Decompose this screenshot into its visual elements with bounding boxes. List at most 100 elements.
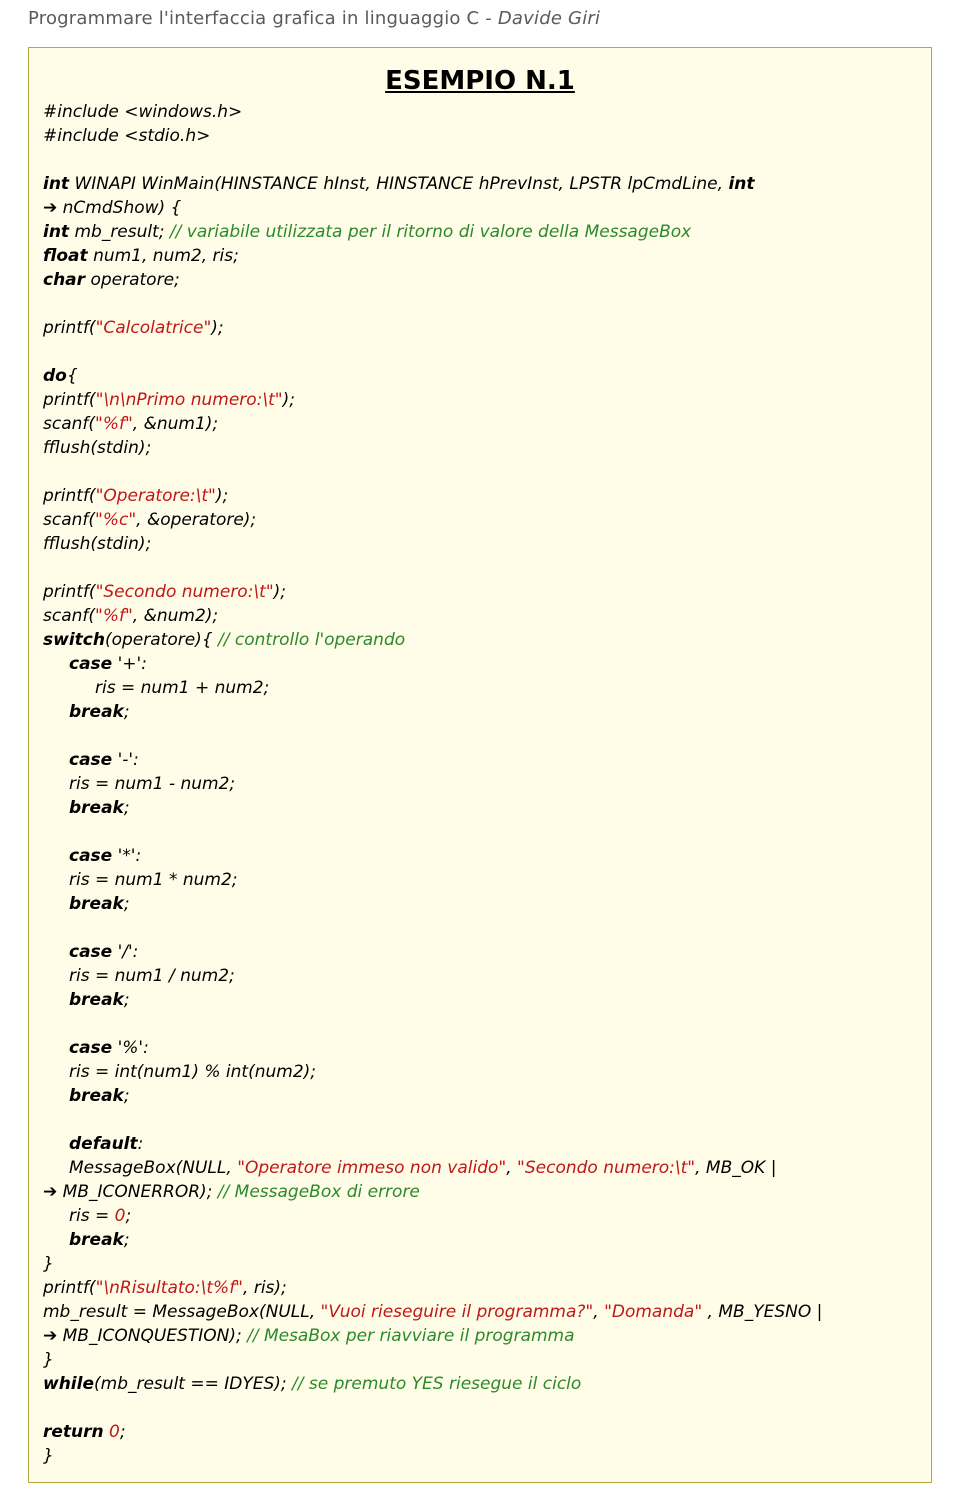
- code-text: (mb_result == IDYES);: [94, 1374, 292, 1394]
- code-text: printf(: [43, 582, 96, 602]
- code-line: int WINAPI WinMain(HINSTANCE hInst, HINS…: [43, 172, 917, 196]
- code-line: ➔ MB_ICONERROR); // MessageBox di errore: [43, 1180, 917, 1204]
- code-text: printf(: [43, 318, 96, 338]
- comment: // MessageBox di errore: [218, 1182, 420, 1202]
- code-text: ;: [124, 1230, 130, 1250]
- kw: int: [43, 174, 69, 194]
- code-line: ➔ nCmdShow) {: [43, 196, 917, 220]
- string: "%f": [95, 606, 133, 626]
- code-line: ris = num1 / num2;: [43, 964, 917, 988]
- blank-line: [43, 1396, 917, 1420]
- header-author: Davide Giri: [498, 8, 600, 29]
- code-text: nCmdShow) {: [63, 198, 182, 218]
- page-header: Programmare l'interfaccia grafica in lin…: [28, 8, 932, 29]
- code-line: break;: [43, 700, 917, 724]
- blank-line: [43, 460, 917, 484]
- code-line: mb_result = MessageBox(NULL, "Vuoi riese…: [43, 1300, 917, 1324]
- example-title: ESEMPIO N.1: [43, 66, 917, 96]
- code-line: break;: [43, 892, 917, 916]
- code-line: printf("\nRisultato:\t%f", ris);: [43, 1276, 917, 1300]
- kw: break: [69, 1230, 124, 1250]
- blank-line: [43, 1108, 917, 1132]
- string: "%c": [95, 510, 136, 530]
- code-text: MB_ICONERROR);: [63, 1182, 218, 1202]
- code-text: ;: [124, 1086, 130, 1106]
- code-text: ;: [124, 702, 130, 722]
- code-line: ➔ MB_ICONQUESTION); // MesaBox per riavv…: [43, 1324, 917, 1348]
- string: "Domanda": [604, 1302, 702, 1322]
- code-line: case '*':: [43, 844, 917, 868]
- code-text: '*':: [112, 846, 141, 866]
- code-line: printf("Calcolatrice");: [43, 316, 917, 340]
- code-text: );: [283, 390, 295, 410]
- comment: // variabile utilizzata per il ritorno d…: [170, 222, 691, 242]
- string: "Operatore immeso non valido": [237, 1158, 506, 1178]
- code-line: fflush(stdin);: [43, 436, 917, 460]
- kw: do: [43, 366, 67, 386]
- code-line: break;: [43, 1084, 917, 1108]
- code-text: ris = int(num1) % int(num2);: [69, 1062, 316, 1082]
- blank-line: [43, 820, 917, 844]
- kw: int: [728, 174, 754, 194]
- code-text: , &num2);: [133, 606, 218, 626]
- code-line: switch(operatore){ // controllo l'operan…: [43, 628, 917, 652]
- code-line: fflush(stdin);: [43, 532, 917, 556]
- kw: return: [43, 1422, 104, 1442]
- code-line: ris = 0;: [43, 1204, 917, 1228]
- code-text: );: [211, 318, 223, 338]
- code-text: }: [43, 1254, 54, 1274]
- code-line: printf("\n\nPrimo numero:\t");: [43, 388, 917, 412]
- continuation-arrow-icon: ➔: [43, 1326, 63, 1346]
- continuation-arrow-icon: ➔: [43, 1182, 63, 1202]
- code-text: printf(: [43, 486, 96, 506]
- code-line: ris = num1 + num2;: [43, 676, 917, 700]
- code-text: (operatore){: [105, 630, 218, 650]
- code-line: scanf("%c", &operatore);: [43, 508, 917, 532]
- code-line: }: [43, 1348, 917, 1372]
- code-text: fflush(stdin);: [43, 534, 151, 554]
- string: "Operatore:\t": [96, 486, 216, 506]
- code-line: break;: [43, 988, 917, 1012]
- kw: switch: [43, 630, 105, 650]
- code-line: ris = num1 * num2;: [43, 868, 917, 892]
- kw: float: [43, 246, 88, 266]
- code-line: printf("Operatore:\t");: [43, 484, 917, 508]
- blank-line: [43, 724, 917, 748]
- code-line: ris = num1 - num2;: [43, 772, 917, 796]
- code-line: case '-':: [43, 748, 917, 772]
- code-line: }: [43, 1444, 917, 1468]
- code-text: ;: [124, 894, 130, 914]
- kw: case: [69, 846, 112, 866]
- blank-line: [43, 916, 917, 940]
- continuation-arrow-icon: ➔: [43, 198, 63, 218]
- code-text: , ris);: [243, 1278, 287, 1298]
- code-text: ;: [124, 798, 130, 818]
- code-text: ris = num1 - num2;: [69, 774, 235, 794]
- code-text: ris = num1 / num2;: [69, 966, 235, 986]
- code-line: default:: [43, 1132, 917, 1156]
- number: 0: [109, 1422, 120, 1442]
- code-text: {: [67, 366, 78, 386]
- code-text: :: [138, 1134, 144, 1154]
- code-line: int mb_result; // variabile utilizzata p…: [43, 220, 917, 244]
- string: "Secondo numero:\t": [96, 582, 274, 602]
- code-text: ,: [593, 1302, 604, 1322]
- code-line: break;: [43, 796, 917, 820]
- header-title: Programmare l'interfaccia grafica in lin…: [28, 8, 479, 29]
- blank-line: [43, 148, 917, 172]
- comment: // controllo l'operando: [218, 630, 405, 650]
- code-text: fflush(stdin);: [43, 438, 151, 458]
- code-text: ris = num1 * num2;: [69, 870, 238, 890]
- kw: case: [69, 942, 112, 962]
- code-text: num1, num2, ris;: [88, 246, 239, 266]
- code-line: char operatore;: [43, 268, 917, 292]
- code-text: ris =: [69, 1206, 115, 1226]
- string: "Vuoi rieseguire il programma?": [321, 1302, 594, 1322]
- blank-line: [43, 556, 917, 580]
- blank-line: [43, 1012, 917, 1036]
- kw: int: [43, 222, 69, 242]
- code-text: '/':: [112, 942, 138, 962]
- code-text: }: [43, 1446, 54, 1466]
- code-example-box: ESEMPIO N.1 #include <windows.h> #includ…: [28, 47, 932, 1483]
- code-text: mb_result;: [69, 222, 170, 242]
